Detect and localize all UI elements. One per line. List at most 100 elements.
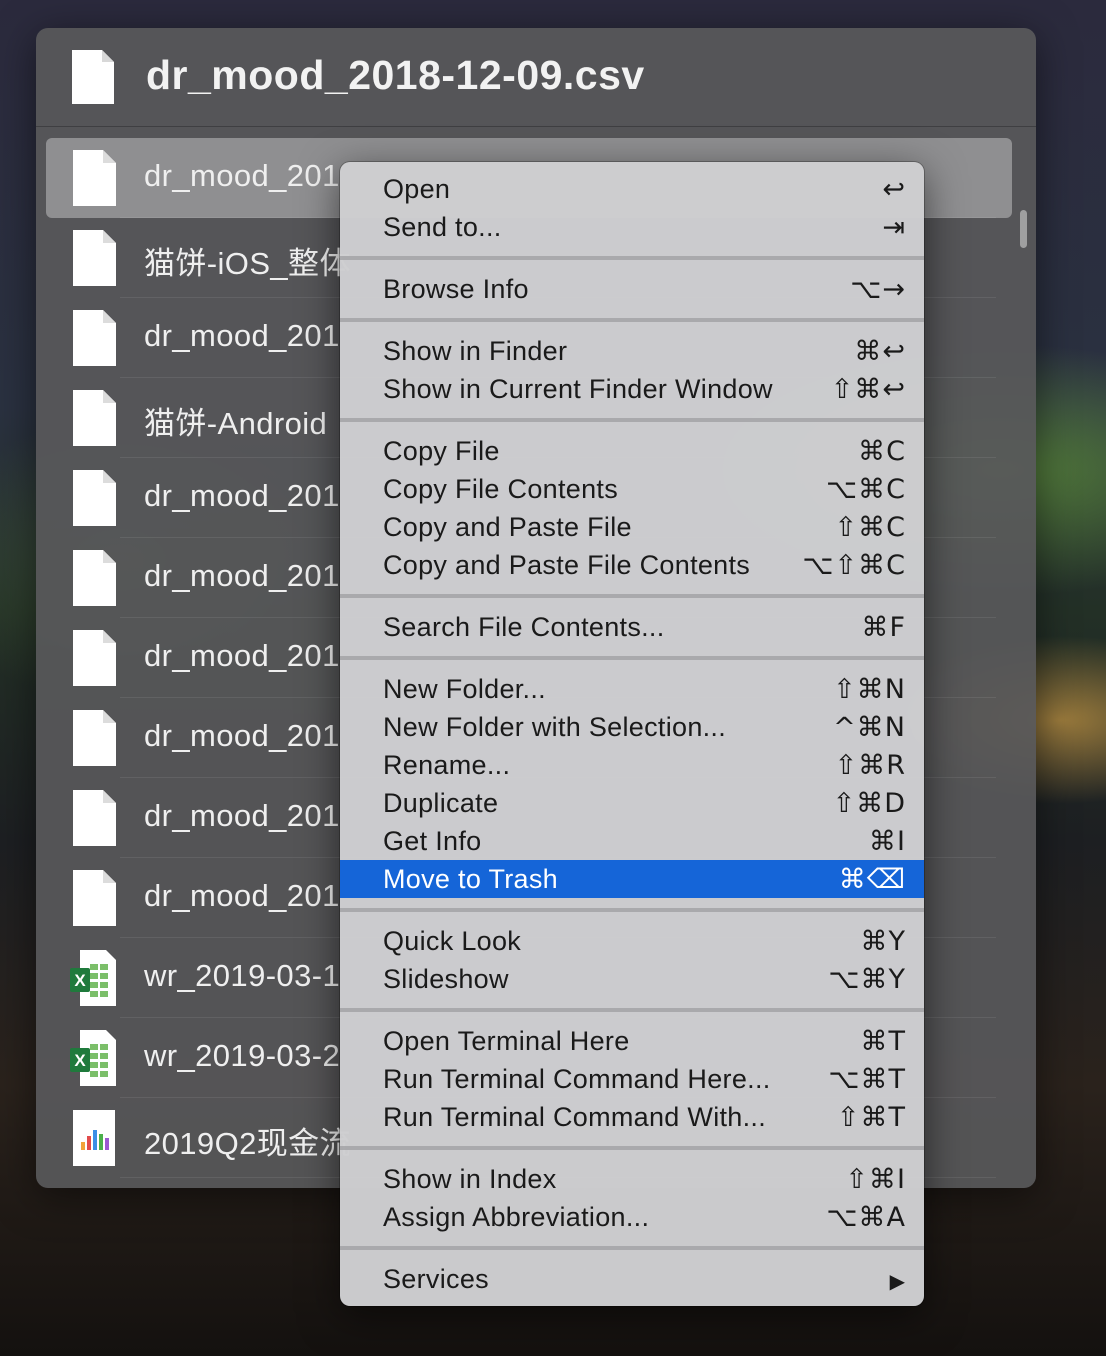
menu-separator [340,1246,924,1250]
menu-item-label: Copy and Paste File Contents [383,550,751,580]
menu-item-shortcut: ⌘Y [860,926,906,957]
file-name: dr_mood_201 [144,558,340,593]
menu-item-label: Show in Index [383,1164,557,1194]
numbers-chart-icon [70,1108,118,1168]
menu-item-label: Browse Info [383,274,529,304]
menu-item-move-to-trash[interactable]: Move to Trash ⌘⌫ [340,860,924,898]
document-icon [70,148,118,208]
menu-item-label: New Folder... [383,674,546,704]
menu-item-shortcut: ⇧⌘I [845,1164,906,1195]
menu-item-new-folder[interactable]: New Folder... ⇧⌘N [340,670,924,708]
menu-item-label: Copy and Paste File [383,512,632,542]
menu-separator [340,256,924,260]
menu-item-duplicate[interactable]: Duplicate ⇧⌘D [340,784,924,822]
document-icon [70,228,118,288]
document-icon [70,388,118,448]
menu-item-label: Copy File Contents [383,474,619,504]
menu-item-copy-and-paste-file[interactable]: Copy and Paste File ⇧⌘C [340,508,924,546]
menu-item-browse-info[interactable]: Browse Info ⌥→ [340,270,924,308]
menu-item-assign-abbreviation[interactable]: Assign Abbreviation... ⌥⌘A [340,1198,924,1236]
menu-item-copy-file-contents[interactable]: Copy File Contents ⌥⌘C [340,470,924,508]
svg-text:X: X [74,1051,86,1070]
menu-item-slideshow[interactable]: Slideshow ⌥⌘Y [340,960,924,998]
document-icon [70,708,118,768]
file-name: 猫饼-Android [144,406,328,441]
menu-item-label: Show in Finder [383,336,568,366]
menu-item-search-file-contents[interactable]: Search File Contents... ⌘F [340,608,924,646]
context-menu: Open ↩ Send to... ⇥ Browse Info ⌥→ Show in Fin… [340,162,924,1306]
document-icon [70,548,118,608]
menu-item-rename[interactable]: Rename... ⇧⌘R [340,746,924,784]
menu-item-shortcut: ⌘T [860,1026,906,1057]
menu-item-quick-look[interactable]: Quick Look ⌘Y [340,922,924,960]
file-name: wr_2019-03-1 [144,958,341,993]
menu-item-show-in-index[interactable]: Show in Index ⇧⌘I [340,1160,924,1198]
menu-item-shortcut: ⌥⇧⌘C [802,550,906,581]
excel-icon: X [70,948,118,1008]
file-name: dr_mood_201 [144,318,340,353]
menu-item-shortcut: ⌘C [858,436,906,467]
menu-item-run-terminal-command-with[interactable]: Run Terminal Command With... ⇧⌘T [340,1098,924,1136]
document-icon [72,50,114,104]
menu-item-shortcut: ^⌘N [833,712,906,743]
document-icon [70,628,118,688]
menu-item-copy-file[interactable]: Copy File ⌘C [340,432,924,470]
menu-item-show-in-current-finder-window[interactable]: Show in Current Finder Window ⇧⌘↩ [340,370,924,408]
menu-item-run-terminal-command-here[interactable]: Run Terminal Command Here... ⌥⌘T [340,1060,924,1098]
menu-item-shortcut: ⇧⌘R [834,750,906,781]
menu-item-label: Run Terminal Command With... [383,1102,767,1132]
file-name: 猫饼-iOS_整体 [144,246,351,281]
svg-text:X: X [74,971,86,990]
menu-item-shortcut: ↩ [882,174,906,205]
menu-item-shortcut: ⌥⌘Y [828,964,906,995]
menu-item-label: Slideshow [383,964,509,994]
menu-item-label: Quick Look [383,926,522,956]
document-icon [70,308,118,368]
menu-item-shortcut: ⇧⌘N [833,674,906,705]
menu-separator [340,908,924,912]
menu-item-shortcut: ⇧⌘T [836,1102,906,1133]
menu-item-copy-and-paste-file-contents[interactable]: Copy and Paste File Contents ⌥⇧⌘C [340,546,924,584]
document-icon [70,868,118,928]
menu-item-label: Get Info [383,826,482,856]
file-name: dr_mood_201 [144,718,340,753]
menu-separator [340,1146,924,1150]
menu-item-shortcut: ⇧⌘C [834,512,906,543]
panel-header: dr_mood_2018-12-09.csv [36,28,1036,127]
menu-item-shortcut: ⌥⌘A [826,1202,906,1233]
menu-item-show-in-finder[interactable]: Show in Finder ⌘↩ [340,332,924,370]
menu-item-open-terminal-here[interactable]: Open Terminal Here ⌘T [340,1022,924,1060]
menu-item-get-info[interactable]: Get Info ⌘I [340,822,924,860]
menu-item-shortcut: ⌥→ [850,274,906,305]
file-name: dr_mood_201 [144,478,340,513]
menu-item-shortcut: ⌘⌫ [838,864,906,895]
menu-separator [340,594,924,598]
menu-item-label: Show in Current Finder Window [383,374,773,404]
menu-item-shortcut: ⇥ [882,212,906,243]
file-name: dr_mood_201 [144,878,340,913]
menu-item-label: Services [383,1264,489,1294]
menu-item-shortcut: ⌥⌘T [828,1064,906,1095]
document-icon [70,468,118,528]
menu-item-shortcut: ⌘I [869,826,906,857]
menu-item-send-to[interactable]: Send to... ⇥ [340,208,924,246]
menu-item-shortcut: ⇧⌘↩ [830,374,906,405]
menu-item-label: Duplicate [383,788,499,818]
file-name: dr_mood_201 [144,798,340,833]
submenu-arrow-icon: ▶ [889,1269,906,1293]
menu-separator [340,656,924,660]
menu-item-label: Search File Contents... [383,612,665,642]
header-title: dr_mood_2018-12-09.csv [146,52,645,98]
menu-item-open[interactable]: Open ↩ [340,170,924,208]
menu-item-label: Copy File [383,436,500,466]
file-name: dr_mood_201 [144,638,340,673]
menu-separator [340,318,924,322]
menu-item-label: Open Terminal Here [383,1026,630,1056]
scrollbar[interactable] [1020,210,1027,248]
menu-item-label: Run Terminal Command Here... [383,1064,771,1094]
menu-item-label: Rename... [383,750,511,780]
menu-item-label: Send to... [383,212,502,242]
menu-item-services[interactable]: Services ▶ [340,1260,924,1298]
menu-item-new-folder-with-selection[interactable]: New Folder with Selection... ^⌘N [340,708,924,746]
menu-item-label: Move to Trash [383,864,558,894]
